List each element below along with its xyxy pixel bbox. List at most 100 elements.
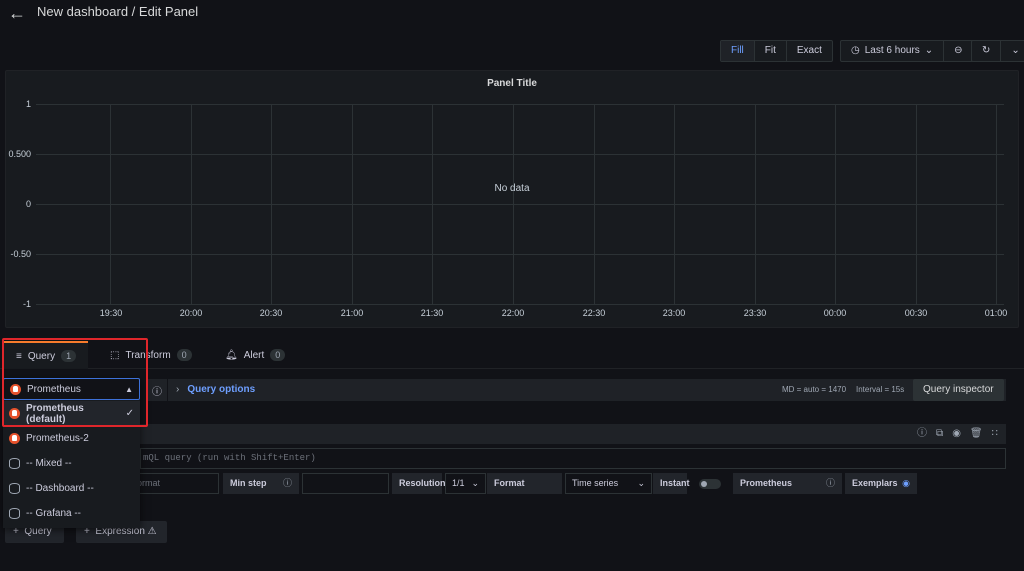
resolution-select[interactable]: 1/1 ⌄ xyxy=(445,473,486,494)
datasource-select[interactable]: Prometheus ▲ xyxy=(3,378,140,400)
exemplars-label: Exemplars ◉ xyxy=(845,473,917,494)
resolution-value: 1/1 xyxy=(452,478,465,488)
tab-query[interactable]: ≡ Query 1 xyxy=(4,341,88,369)
x-tick: 19:30 xyxy=(99,308,123,318)
time-picker-group: ◷ Last 6 hours ⌄ ⊖ xyxy=(840,40,974,62)
tab-count: 1 xyxy=(61,350,77,362)
tab-count: 0 xyxy=(176,349,192,361)
format-label: Format xyxy=(487,473,562,494)
min-step-text: Min step xyxy=(230,478,267,488)
chevron-down-icon: ⌄ xyxy=(1011,45,1020,56)
eye-icon[interactable]: ◉ xyxy=(952,424,961,444)
x-tick: 21:00 xyxy=(340,308,364,318)
database-icon: ≡ xyxy=(16,350,22,362)
prometheus-icon xyxy=(9,408,20,419)
time-range-label: Last 6 hours xyxy=(864,45,920,56)
legend-format-input[interactable]: ormat xyxy=(130,473,219,494)
x-tick: 00:30 xyxy=(904,308,928,318)
interval-info: Interval = 15s xyxy=(856,385,905,394)
instant-toggle[interactable] xyxy=(689,473,731,494)
tab-label: Query xyxy=(27,350,56,362)
x-tick: 23:00 xyxy=(662,308,686,318)
x-tick: 22:30 xyxy=(582,308,606,318)
back-arrow-icon[interactable]: ← xyxy=(8,4,26,22)
x-tick: 23:30 xyxy=(743,308,767,318)
x-tick: 20:00 xyxy=(179,308,203,318)
datasource-option-prometheus-2[interactable]: Prometheus-2 xyxy=(3,426,140,451)
exemplars-text: Exemplars xyxy=(852,478,898,488)
x-tick: 20:30 xyxy=(259,308,283,318)
query-options-label: Query options xyxy=(187,384,256,395)
tab-alert[interactable]: 🔔︎ Alert 0 xyxy=(225,341,286,369)
fit-button[interactable]: Fit xyxy=(755,41,787,61)
chevron-right-icon: › xyxy=(176,384,180,395)
help-icon[interactable]: ⓘ xyxy=(917,424,927,444)
query-options-toggle[interactable]: › Query options xyxy=(176,379,255,401)
database-icon xyxy=(9,483,20,494)
drag-handle-icon[interactable]: ∷ xyxy=(992,424,998,444)
database-icon xyxy=(9,458,20,469)
help-circle-icon: ⓘ xyxy=(152,386,162,398)
refresh-button[interactable]: ↻ xyxy=(972,41,1002,61)
promql-query-input[interactable]: mQL query (run with Shift+Enter) xyxy=(140,448,1006,469)
datasource-option-dashboard[interactable]: -- Dashboard -- xyxy=(3,476,140,501)
x-tick: 22:00 xyxy=(501,308,525,318)
duplicate-icon[interactable]: ⧉ xyxy=(936,424,943,444)
tab-label: Transform xyxy=(125,349,171,361)
y-tick: -0.50 xyxy=(10,249,31,259)
prometheus-text: Prometheus xyxy=(740,478,793,488)
resolution-label: Resolution xyxy=(392,473,446,494)
format-select[interactable]: Time series ⌄ xyxy=(565,473,652,494)
min-step-label: Min step ⓘ xyxy=(223,473,299,494)
x-tick: 21:30 xyxy=(420,308,444,318)
datasource-option-label: -- Dashboard -- xyxy=(26,483,94,494)
transform-icon: ⬚ xyxy=(110,349,120,361)
query-options-bar: › Query options MD = auto = 1470 Interva… xyxy=(168,379,1006,401)
datasource-selected: Prometheus xyxy=(27,383,81,395)
eye-icon[interactable]: ◉ xyxy=(902,473,910,494)
datasource-option-label: -- Grafana -- xyxy=(26,508,82,519)
datasource-option-label: -- Mixed -- xyxy=(26,458,72,469)
datasource-option-grafana[interactable]: -- Grafana -- xyxy=(3,501,140,526)
datasource-option-prometheus-default[interactable]: Prometheus (default) ✓ xyxy=(3,401,140,426)
chevron-down-icon: ⌄ xyxy=(471,478,479,488)
prometheus-icon xyxy=(10,383,21,395)
refresh-group: ↻ ⌄ xyxy=(971,40,1024,62)
trash-icon[interactable]: 🗑︎ xyxy=(970,424,983,444)
format-value: Time series xyxy=(572,478,619,488)
y-tick: 0.500 xyxy=(8,149,31,159)
datasource-option-label: Prometheus-2 xyxy=(26,433,89,444)
panel-size-group: Fill Fit Exact xyxy=(720,40,833,62)
y-tick: 0 xyxy=(25,199,31,209)
no-data-message: No data xyxy=(494,183,530,194)
refresh-icon: ↻ xyxy=(982,45,991,56)
panel-title: Panel Title xyxy=(487,78,537,89)
datasource-option-mixed[interactable]: -- Mixed -- xyxy=(3,451,140,476)
clock-icon: ◷ xyxy=(851,45,860,56)
chevron-up-icon: ▲ xyxy=(125,384,133,394)
refresh-interval-button[interactable]: ⌄ xyxy=(1001,41,1024,61)
bell-icon: 🔔︎ xyxy=(225,349,238,361)
time-range-picker[interactable]: ◷ Last 6 hours ⌄ xyxy=(841,41,945,61)
datasource-option-label: Prometheus (default) xyxy=(26,402,84,425)
warning-icon: ⚠ xyxy=(147,526,157,537)
prometheus-icon xyxy=(9,433,20,444)
min-step-input[interactable] xyxy=(302,473,389,494)
fill-button[interactable]: Fill xyxy=(721,41,755,61)
info-icon[interactable]: ⓘ xyxy=(826,473,835,494)
info-icon[interactable]: ⓘ xyxy=(283,473,292,494)
datasource-help-button[interactable]: ⓘ xyxy=(147,379,167,401)
query-row-header: ⓘ ⧉ ◉ 🗑︎ ∷ xyxy=(140,424,1006,444)
prometheus-label: Prometheus ⓘ xyxy=(733,473,842,494)
zoom-out-button[interactable]: ⊖ xyxy=(944,41,972,61)
exact-button[interactable]: Exact xyxy=(787,41,832,61)
page-title: New dashboard / Edit Panel xyxy=(37,4,199,19)
md-info: MD = auto = 1470 xyxy=(782,385,847,394)
query-inspector-button[interactable]: Query inspector xyxy=(913,379,1004,401)
x-tick: 00:00 xyxy=(823,308,847,318)
y-tick: 1 xyxy=(25,99,31,109)
chevron-down-icon: ⌄ xyxy=(637,478,645,488)
check-icon: ✓ xyxy=(125,408,134,419)
tab-transform[interactable]: ⬚ Transform 0 xyxy=(110,341,192,369)
panel-grid xyxy=(36,104,1004,305)
